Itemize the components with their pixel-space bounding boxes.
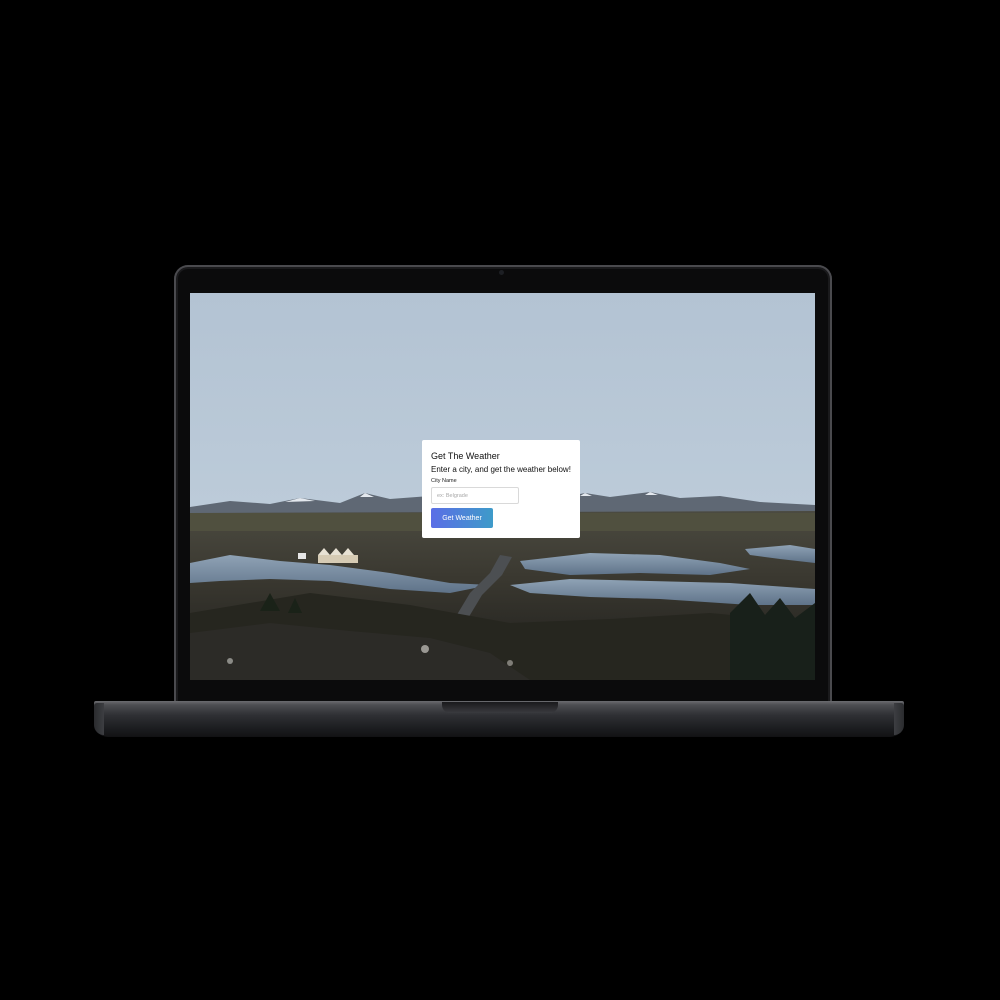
camera-icon — [499, 270, 504, 275]
laptop-base-right-edge — [894, 703, 904, 735]
weather-card: Get The Weather Enter a city, and get th… — [422, 440, 580, 538]
laptop-base-left-edge — [94, 703, 104, 735]
get-weather-button[interactable]: Get Weather — [431, 508, 493, 528]
laptop-opening-notch — [442, 702, 558, 713]
device-mockup: Get The Weather Enter a city, and get th… — [0, 0, 1000, 1000]
city-name-input[interactable] — [431, 487, 519, 504]
city-name-label: City Name — [431, 478, 457, 484]
card-title: Get The Weather — [431, 451, 500, 461]
card-subtitle: Enter a city, and get the weather below! — [431, 465, 571, 474]
